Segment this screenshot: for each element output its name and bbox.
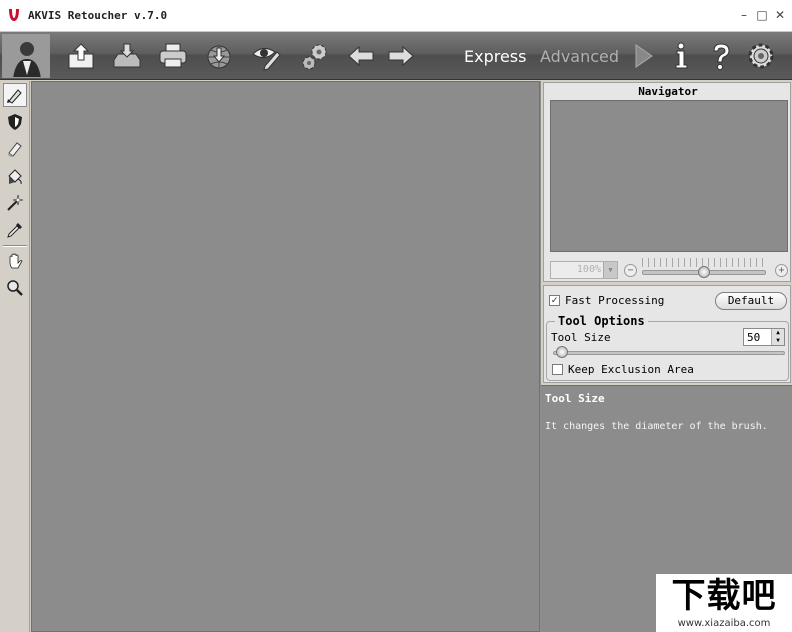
tab-express[interactable]: Express [464,47,526,66]
eyedropper-icon [7,223,22,238]
shield-icon [8,114,22,130]
tool-options-title: Tool Options [555,314,648,328]
options-panel: ✓ Fast Processing Default Tool Options T… [543,285,791,383]
chevron-down-icon[interactable]: ▼ [603,262,617,278]
eraser-tool[interactable] [3,137,27,161]
watermark-url: www.xiazaiba.com [677,618,771,629]
gear-icon [748,43,774,69]
magic-wand-icon [7,194,24,211]
portrait-icon [3,35,49,77]
fill-bucket-tool[interactable] [3,164,27,188]
tab-advanced[interactable]: Advanced [540,47,619,66]
zoom-slider-thumb[interactable] [698,266,710,278]
help-title: Tool Size [545,392,605,405]
arrow-right-icon [388,45,414,67]
settings-panel: Navigator 100% ▼ − + ✓ Fast Processing D… [540,81,792,632]
info-button[interactable] [664,38,698,74]
app-logo [2,34,50,78]
keep-exclusion-label: Keep Exclusion Area [568,363,694,376]
arrow-left-icon [348,45,374,67]
eyedropper-tool[interactable] [3,218,27,242]
question-icon [713,43,730,70]
play-icon [635,44,653,68]
magic-wand-tool[interactable] [3,191,27,215]
tool-options-group: Tool Options Tool Size 50 ▲ ▼ Keep Exclus… [546,314,789,381]
help-button[interactable] [704,38,738,74]
open-upload-icon [68,43,94,69]
default-button[interactable]: Default [715,292,787,310]
tools-panel [0,81,30,632]
redo-button[interactable] [384,38,418,74]
hand-tool[interactable] [3,249,27,273]
save-download-icon [113,43,141,68]
hand-icon [9,253,23,269]
keep-exclusion-checkbox[interactable] [552,364,563,375]
zoom-select[interactable]: 100% ▼ [550,261,618,279]
main-toolbar: Express Advanced [0,32,792,80]
tool-size-value: 50 [747,331,761,344]
retouch-brush-tool[interactable] [3,83,27,107]
navigator-title: Navigator [638,85,698,98]
retouch-brush-icon [7,89,22,104]
image-canvas[interactable] [31,81,540,632]
tools-divider [3,245,27,247]
spin-arrows-icon[interactable]: ▲ ▼ [771,329,784,345]
undo-button[interactable] [344,38,378,74]
zoom-value: 100% [576,264,601,275]
navigator-preview[interactable] [550,100,788,252]
watermark-logo: 下载吧 [671,576,777,616]
title-bar: AKVIS Retoucher v.7.0 – □ ✕ [0,0,792,32]
minimize-button[interactable]: – [736,6,752,24]
run-button[interactable] [626,38,660,74]
magnifier-icon [7,280,23,296]
zoom-in-button[interactable]: + [775,264,788,277]
gears-icon [302,44,327,70]
settings-gears-button[interactable] [298,38,332,74]
exclusion-area-tool[interactable] [3,110,27,134]
maximize-button[interactable]: □ [754,6,770,24]
akvis-logo-icon [9,9,19,21]
preferences-button[interactable] [744,38,778,74]
zoom-out-button[interactable]: − [624,264,637,277]
fast-processing-checkbox[interactable]: ✓ [549,295,560,306]
tool-size-slider[interactable] [553,351,785,355]
publish-button[interactable] [202,38,236,74]
zoom-tool[interactable] [3,276,27,300]
window-title: AKVIS Retoucher v.7.0 [28,9,168,22]
globe-download-icon [207,45,231,69]
help-text: It changes the diameter of the brush. [545,421,768,432]
preferences-eye-button[interactable] [250,38,284,74]
tool-size-label: Tool Size [551,331,611,344]
bucket-icon [8,169,22,185]
tool-size-stepper[interactable]: 50 ▲ ▼ [743,328,785,346]
open-image-button[interactable] [64,38,98,74]
watermark: 下载吧 www.xiazaiba.com [656,574,792,632]
fast-processing-label: Fast Processing [565,294,665,307]
tool-size-slider-thumb[interactable] [556,346,568,358]
eye-pencil-icon [252,48,281,71]
info-icon [675,42,688,69]
eraser-icon [8,142,22,157]
printer-icon [159,43,187,68]
close-button[interactable]: ✕ [772,6,788,24]
navigator-panel: Navigator 100% ▼ − + [543,82,791,282]
save-image-button[interactable] [110,38,144,74]
print-button[interactable] [156,38,190,74]
